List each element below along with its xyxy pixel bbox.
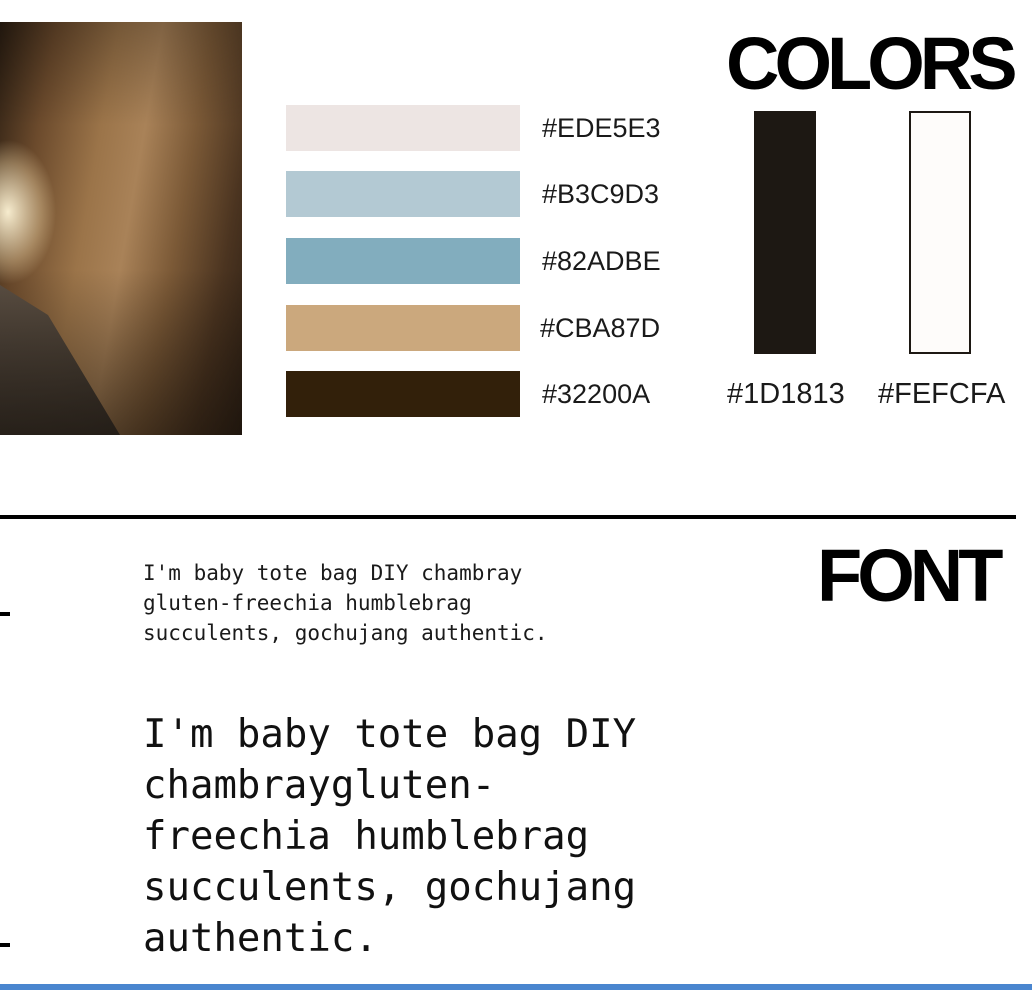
photo-shading — [0, 22, 242, 435]
color-swatch-4-label: #CBA87D — [540, 313, 661, 343]
color-swatch-5-label: #32200A — [542, 379, 651, 409]
font-sample-large: I'm baby tote bag DIY chambraygluten-fre… — [143, 712, 637, 961]
neutral-swatch-dark — [754, 111, 816, 354]
neutral-swatch-light-label: #FEFCFA — [878, 378, 1006, 410]
color-swatch-1 — [286, 105, 520, 151]
section-divider — [0, 515, 1016, 519]
font-sample-small: I'm baby tote bag DIY chambray gluten-fr… — [143, 561, 548, 645]
moodboard-photo — [0, 22, 242, 435]
bottom-accent-line — [0, 984, 1032, 990]
neutral-swatch-light — [909, 111, 971, 354]
edge-tick-bottom — [0, 943, 10, 947]
edge-tick-top — [0, 612, 10, 616]
color-swatch-5 — [286, 371, 520, 417]
color-swatch-1-label: #EDE5E3 — [542, 113, 661, 143]
color-swatch-2-label: #B3C9D3 — [542, 179, 660, 209]
color-swatch-2 — [286, 171, 520, 217]
color-swatch-3-label: #82ADBE — [542, 246, 661, 276]
color-swatch-4 — [286, 305, 520, 351]
color-swatch-3 — [286, 238, 520, 284]
font-heading: FONT — [817, 534, 1003, 617]
neutral-swatch-dark-label: #1D1813 — [727, 378, 845, 410]
colors-heading: COLORS — [726, 22, 1018, 105]
